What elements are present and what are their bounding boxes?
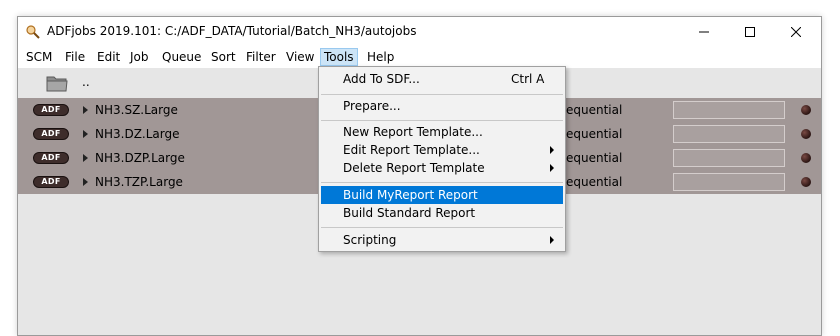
window-title: ADFjobs 2019.101: C:/ADF_DATA/Tutorial/B… bbox=[47, 24, 417, 38]
folder-icon[interactable] bbox=[46, 73, 68, 96]
menu-item-label: Add To SDF... bbox=[343, 72, 420, 86]
menu-item-scripting[interactable]: Scripting bbox=[321, 231, 563, 249]
job-name[interactable]: NH3.DZ.Large bbox=[95, 127, 180, 141]
submenu-arrow-icon bbox=[550, 164, 554, 172]
menu-item-label: Prepare... bbox=[343, 99, 401, 113]
parent-directory[interactable]: .. bbox=[82, 75, 90, 89]
tools-menu-dropdown: Add To SDF... Ctrl A Prepare... New Repo… bbox=[318, 66, 566, 252]
job-name[interactable]: NH3.SZ.Large bbox=[95, 103, 178, 117]
menu-sort[interactable]: Sort bbox=[208, 48, 239, 66]
adf-badge[interactable]: ADF bbox=[33, 104, 69, 116]
job-field[interactable] bbox=[673, 149, 785, 167]
job-mode: equential bbox=[566, 151, 623, 165]
adf-badge[interactable]: ADF bbox=[33, 152, 69, 164]
menu-help[interactable]: Help bbox=[364, 48, 397, 66]
menu-separator bbox=[321, 94, 563, 95]
menu-view[interactable]: View bbox=[283, 48, 317, 66]
job-mode: equential bbox=[566, 175, 623, 189]
job-field[interactable] bbox=[673, 125, 785, 143]
close-button[interactable] bbox=[773, 17, 819, 46]
maximize-icon bbox=[745, 26, 755, 37]
status-dot-icon bbox=[801, 129, 811, 139]
job-name[interactable]: NH3.DZP.Large bbox=[95, 151, 185, 165]
job-mode: equential bbox=[566, 103, 623, 117]
menu-item-label: Delete Report Template bbox=[343, 161, 485, 175]
submenu-arrow-icon bbox=[550, 236, 554, 244]
menu-item-new-report-template[interactable]: New Report Template... bbox=[321, 123, 563, 141]
status-dot-icon bbox=[801, 177, 811, 187]
menu-edit[interactable]: Edit bbox=[94, 48, 123, 66]
menu-item-label: New Report Template... bbox=[343, 125, 483, 139]
menu-job[interactable]: Job bbox=[127, 48, 152, 66]
menu-item-label: Build MyReport Report bbox=[343, 188, 478, 202]
status-dot-icon bbox=[801, 153, 811, 163]
menu-file[interactable]: File bbox=[62, 48, 88, 66]
minimize-icon bbox=[699, 31, 709, 32]
job-field[interactable] bbox=[673, 101, 785, 119]
menu-separator bbox=[321, 120, 563, 121]
menu-item-build-standard[interactable]: Build Standard Report bbox=[321, 204, 563, 222]
expand-arrow-icon[interactable] bbox=[83, 130, 88, 138]
title-bar: ADFjobs 2019.101: C:/ADF_DATA/Tutorial/B… bbox=[18, 17, 821, 46]
status-dot-icon bbox=[801, 105, 811, 115]
menu-item-label: Scripting bbox=[343, 233, 397, 247]
menu-bar: SCM File Edit Job Queue Sort Filter View… bbox=[18, 46, 821, 68]
menu-filter[interactable]: Filter bbox=[243, 48, 279, 66]
menu-item-delete-report-template[interactable]: Delete Report Template bbox=[321, 159, 563, 177]
close-icon bbox=[791, 26, 801, 37]
menu-separator bbox=[321, 227, 563, 228]
menu-queue[interactable]: Queue bbox=[159, 48, 204, 66]
expand-arrow-icon[interactable] bbox=[83, 154, 88, 162]
menu-item-add-to-sdf[interactable]: Add To SDF... Ctrl A bbox=[321, 70, 563, 88]
submenu-arrow-icon bbox=[550, 146, 554, 154]
adf-badge[interactable]: ADF bbox=[33, 176, 69, 188]
menu-scm[interactable]: SCM bbox=[23, 48, 55, 66]
minimize-button[interactable] bbox=[681, 17, 727, 46]
menu-item-label: Build Standard Report bbox=[343, 206, 476, 220]
job-field[interactable] bbox=[673, 173, 785, 191]
expand-arrow-icon[interactable] bbox=[83, 106, 88, 114]
menu-item-prepare[interactable]: Prepare... bbox=[321, 97, 563, 115]
menu-separator bbox=[321, 182, 563, 183]
job-name[interactable]: NH3.TZP.Large bbox=[95, 175, 183, 189]
menu-item-build-myreport[interactable]: Build MyReport Report bbox=[321, 186, 563, 204]
expand-arrow-icon[interactable] bbox=[83, 178, 88, 186]
app-icon bbox=[25, 24, 41, 40]
menu-item-label: Edit Report Template... bbox=[343, 143, 480, 157]
menu-tools[interactable]: Tools bbox=[320, 48, 358, 66]
adf-badge[interactable]: ADF bbox=[33, 128, 69, 140]
menu-item-edit-report-template[interactable]: Edit Report Template... bbox=[321, 141, 563, 159]
maximize-button[interactable] bbox=[727, 17, 773, 46]
job-mode: equential bbox=[566, 127, 623, 141]
menu-item-shortcut: Ctrl A bbox=[511, 72, 545, 86]
